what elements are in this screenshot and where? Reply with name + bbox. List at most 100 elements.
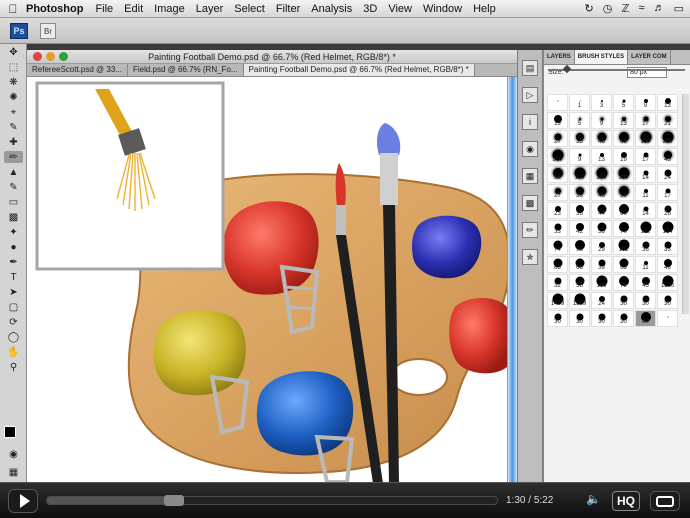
- brush-preset[interactable]: 60: [613, 202, 634, 219]
- brush-preset[interactable]: 30: [569, 310, 590, 327]
- brush-preset[interactable]: 19: [613, 148, 634, 165]
- brush-preset[interactable]: 59: [613, 184, 634, 201]
- actions-panel-icon[interactable]: ▷: [522, 87, 538, 103]
- brush-preset[interactable]: 200: [591, 166, 612, 183]
- quick-mask-icon[interactable]: ◉: [4, 448, 23, 460]
- brush-preset[interactable]: 55: [591, 220, 612, 237]
- brush-preset[interactable]: 35: [569, 130, 590, 147]
- styles-panel-icon[interactable]: ▩: [522, 195, 538, 211]
- pen-tool-icon[interactable]: ✒: [4, 256, 23, 268]
- clone-stamp-tool-icon[interactable]: ▲: [4, 166, 23, 178]
- foreground-color-swatch[interactable]: [4, 426, 16, 438]
- blur-tool-icon[interactable]: ✦: [4, 226, 23, 238]
- path-select-tool-icon[interactable]: ➤: [4, 286, 23, 298]
- menu-view[interactable]: View: [388, 3, 412, 15]
- brush-preset[interactable]: 74: [547, 238, 568, 255]
- apple-icon[interactable]: : [0, 2, 26, 16]
- brush-preset[interactable]: 63: [613, 256, 634, 273]
- brush-preset[interactable]: 29: [591, 238, 612, 255]
- brush-preset[interactable]: 24: [591, 292, 612, 309]
- brush-preset[interactable]: 17: [635, 148, 656, 165]
- brush-preset[interactable]: 300: [547, 148, 568, 165]
- brush-preset[interactable]: 23: [547, 202, 568, 219]
- brush-preset[interactable]: 17: [635, 112, 656, 129]
- video-scrubber-knob[interactable]: [163, 495, 184, 506]
- brush-preset[interactable]: 30: [613, 292, 634, 309]
- zoom-window-button[interactable]: [59, 52, 68, 61]
- brush-preset[interactable]: 44: [591, 202, 612, 219]
- history-brush-tool-icon[interactable]: ✎: [4, 181, 23, 193]
- menu-analysis[interactable]: Analysis: [311, 3, 352, 15]
- brush-preset[interactable]: 192: [613, 238, 634, 255]
- brush-preset[interactable]: 5: [613, 94, 634, 111]
- video-scrubber[interactable]: [46, 495, 498, 506]
- menu-window[interactable]: Window: [423, 3, 462, 15]
- brush-tool-icon[interactable]: ✏: [4, 151, 23, 163]
- brush-preset[interactable]: 1499: [547, 292, 568, 309]
- eyedropper-tool-icon[interactable]: ✎: [4, 121, 23, 133]
- gradient-tool-icon[interactable]: ▩: [4, 211, 23, 223]
- menu-file[interactable]: File: [95, 3, 113, 15]
- brush-preset[interactable]: [547, 94, 568, 111]
- brush-preset[interactable]: 100: [569, 166, 590, 183]
- brush-preset[interactable]: 30: [657, 292, 678, 309]
- battery-icon[interactable]: ▭: [674, 2, 684, 15]
- brush-preset[interactable]: 300: [613, 166, 634, 183]
- menu-3d[interactable]: 3D: [363, 3, 377, 15]
- brush-preset[interactable]: 9: [591, 112, 612, 129]
- type-tool-icon[interactable]: T: [4, 271, 23, 283]
- marquee-tool-icon[interactable]: ⬚: [4, 61, 23, 73]
- history-panel-icon[interactable]: ▤: [522, 60, 538, 76]
- close-window-button[interactable]: [33, 52, 42, 61]
- brush-preset[interactable]: 45: [657, 148, 678, 165]
- brush-preset[interactable]: 14: [635, 202, 656, 219]
- brush-preset[interactable]: 36: [569, 202, 590, 219]
- tab-field[interactable]: Field.psd @ 66.7% (RN_Fo...: [128, 64, 244, 76]
- menu-edit[interactable]: Edit: [124, 3, 143, 15]
- brush-preset[interactable]: 33: [657, 238, 678, 255]
- brush-preset[interactable]: 30: [635, 292, 656, 309]
- minimize-window-button[interactable]: [46, 52, 55, 61]
- menu-select[interactable]: Select: [234, 3, 265, 15]
- brush-preset[interactable]: 45: [591, 130, 612, 147]
- brush-preset[interactable]: 13: [613, 112, 634, 129]
- clock-icon[interactable]: ◷: [603, 2, 613, 15]
- brush-preset[interactable]: 17: [657, 184, 678, 201]
- brush-preset[interactable]: 24: [657, 166, 678, 183]
- tab-brush-styles[interactable]: BRUSH STYLES: [574, 50, 629, 64]
- tab-referee-scott[interactable]: RefereeScott.psd @ 33...: [27, 64, 128, 76]
- swatches-panel-icon[interactable]: ▦: [522, 168, 538, 184]
- brush-preset[interactable]: [657, 310, 678, 327]
- brush-preset[interactable]: 21: [657, 112, 678, 129]
- bridge-button[interactable]: Br: [40, 23, 56, 39]
- play-button[interactable]: [8, 489, 38, 513]
- color-panel-icon[interactable]: ◉: [522, 141, 538, 157]
- brush-preset[interactable]: 39: [569, 184, 590, 201]
- brush-preset[interactable]: 66: [569, 256, 590, 273]
- brush-preset[interactable]: 13: [591, 148, 612, 165]
- brush-preset[interactable]: 200: [657, 130, 678, 147]
- brush-preset[interactable]: 112: [635, 220, 656, 237]
- brush-preset[interactable]: 134: [657, 220, 678, 237]
- image-canvas[interactable]: [27, 77, 507, 482]
- menu-layer[interactable]: Layer: [196, 3, 224, 15]
- hand-tool-icon[interactable]: ✋: [4, 346, 23, 358]
- menu-help[interactable]: Help: [473, 3, 496, 15]
- brush-preset[interactable]: 48: [657, 256, 678, 273]
- eraser-tool-icon[interactable]: ▭: [4, 196, 23, 208]
- brush-preset[interactable]: 95: [569, 238, 590, 255]
- menu-app-name[interactable]: Photoshop: [26, 3, 83, 15]
- wifi-icon[interactable]: ≈: [639, 2, 645, 15]
- 3d-rotate-tool-icon[interactable]: ⟳: [4, 316, 23, 328]
- brush-preset[interactable]: 63: [547, 256, 568, 273]
- brush-preset[interactable]: 9: [635, 94, 656, 111]
- sync-icon[interactable]: ↻: [585, 2, 594, 15]
- brush-preset[interactable]: 30: [591, 310, 612, 327]
- brush-preset[interactable]: 65: [613, 130, 634, 147]
- lasso-tool-icon[interactable]: ❋: [4, 76, 23, 88]
- brush-preset[interactable]: 27: [547, 130, 568, 147]
- volume-icon[interactable]: 🔈: [586, 492, 604, 508]
- fullscreen-button[interactable]: [650, 491, 680, 511]
- brushes-panel-icon[interactable]: ✏: [522, 222, 538, 238]
- brush-preset[interactable]: 3: [591, 94, 612, 111]
